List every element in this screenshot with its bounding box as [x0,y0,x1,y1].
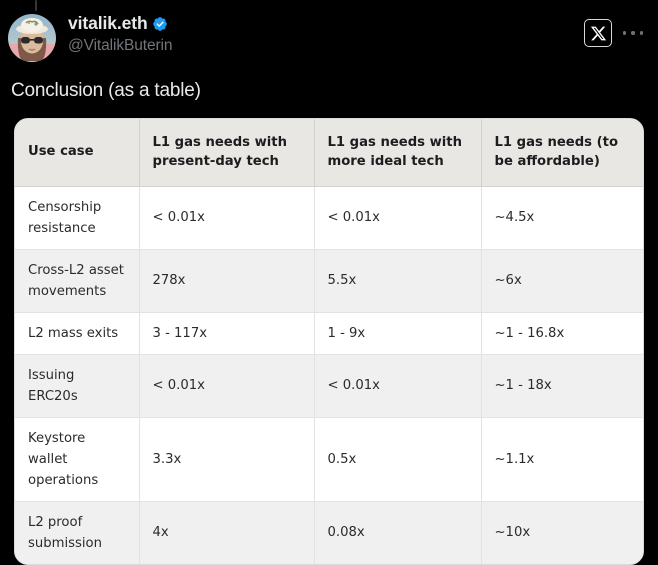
user-handle: @VitalikButerin [68,36,173,54]
cell-present-day: 4x [139,501,315,564]
post-header: vitalik.eth @VitalikButerin [0,11,658,69]
verified-badge-icon [152,16,167,31]
table-body: Censorship resistance < 0.01x < 0.01x ~4… [15,186,643,564]
table-header-row: Use case L1 gas needs with present-day t… [15,119,643,187]
table-header: Use case L1 gas needs with present-day t… [15,119,643,187]
cell-use-case: Keystore wallet operations [15,417,140,502]
x-logo-glyph [590,26,606,40]
cell-more-ideal: 0.5x [314,417,482,502]
cell-present-day: 3 - 117x [139,312,315,355]
cell-use-case: L2 proof submission [15,501,140,564]
table-row: Keystore wallet operations 3.3x 0.5x ~1.… [15,417,643,502]
column-header-use-case: Use case [15,119,140,187]
post-text: Conclusion (as a table) [11,80,201,101]
cell-affordable: ~4.5x [481,186,643,250]
table-row: Cross-L2 asset movements 278x 5.5x ~6x [15,249,643,313]
thread-connector-line [35,0,37,11]
cell-affordable: ~6x [481,249,643,313]
table-row: L2 proof submission 4x 0.08x ~10x [15,501,643,564]
identity-block: vitalik.eth @VitalikButerin [68,13,173,55]
cell-use-case: Cross-L2 asset movements [15,249,140,313]
cell-more-ideal: 5.5x [314,249,482,313]
more-options-icon[interactable] [622,23,644,43]
table-row: Censorship resistance < 0.01x < 0.01x ~4… [15,186,643,250]
table-card: Use case L1 gas needs with present-day t… [14,118,644,565]
avatar[interactable] [8,14,56,62]
column-header-present-day: L1 gas needs with present-day tech [139,119,315,187]
table-row: Issuing ERC20s < 0.01x < 0.01x ~1 - 18x [15,354,643,418]
dot [639,31,643,35]
column-header-more-ideal: L1 gas needs with more ideal tech [314,119,482,187]
cell-use-case: Issuing ERC20s [15,354,140,418]
cell-affordable: ~1.1x [481,417,643,502]
cell-more-ideal: 0.08x [314,501,482,564]
cell-affordable: ~1 - 18x [481,354,643,418]
cell-more-ideal: < 0.01x [314,354,482,418]
x-logo-badge-icon[interactable] [584,19,612,47]
cell-more-ideal: < 0.01x [314,186,482,250]
cell-affordable: ~1 - 16.8x [481,312,643,355]
cell-present-day: 278x [139,249,315,313]
display-name: vitalik.eth [68,13,148,33]
cell-present-day: < 0.01x [139,354,315,418]
column-header-affordable: L1 gas needs (to be affordable) [481,119,643,187]
table-row: L2 mass exits 3 - 117x 1 - 9x ~1 - 16.8x [15,312,643,355]
display-name-row[interactable]: vitalik.eth [68,13,172,33]
cell-affordable: ~10x [481,501,643,564]
dot [631,31,635,35]
dot [623,31,627,35]
cell-present-day: 3.3x [139,417,315,502]
cell-use-case: L2 mass exits [15,312,140,355]
gas-needs-table: Use case L1 gas needs with present-day t… [15,119,643,564]
avatar-image [8,14,56,62]
header-actions [584,14,644,47]
cell-use-case: Censorship resistance [15,186,140,250]
cell-present-day: < 0.01x [139,186,315,250]
cell-more-ideal: 1 - 9x [314,312,482,355]
